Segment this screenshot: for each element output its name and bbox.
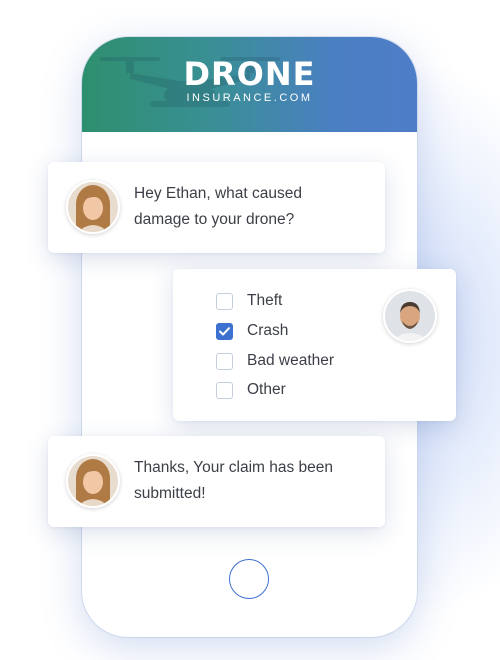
confirmation-text: Thanks, Your claim has been submitted! [134,459,334,502]
option-theft[interactable]: Theft [216,290,282,312]
agent-avatar-icon [66,454,120,508]
option-label-crash: Crash [247,322,289,339]
option-label-theft: Theft [247,292,283,309]
home-button[interactable] [229,559,269,599]
logo-domain: INSURANCE.COM [186,92,313,104]
checkbox-crash[interactable] [216,322,233,340]
chat-bubble-options: Theft Crash Bad weather Other [173,269,456,421]
option-crash[interactable]: Crash [216,320,288,342]
question-text: Hey Ethan, what caused damage to your dr… [134,185,303,228]
check-icon [219,326,230,335]
user-avatar-icon [383,289,437,343]
checkbox-theft[interactable] [216,292,233,310]
option-other[interactable]: Other [216,379,286,401]
checkbox-other[interactable] [216,381,233,399]
checkbox-bad-weather[interactable] [216,352,233,370]
chat-bubble-question: Hey Ethan, what caused damage to your dr… [48,162,385,253]
logo-wordmark: DRONE [183,55,316,93]
option-label-bad-weather: Bad weather [247,352,335,369]
option-label-other: Other [247,381,286,398]
chat-bubble-confirmation: Thanks, Your claim has been submitted! [48,436,385,527]
brand-logo: DRONE INSURANCE.COM [82,57,417,105]
app-header: DRONE INSURANCE.COM [82,37,417,132]
option-bad-weather[interactable]: Bad weather [216,350,334,372]
agent-avatar-icon [66,180,120,234]
